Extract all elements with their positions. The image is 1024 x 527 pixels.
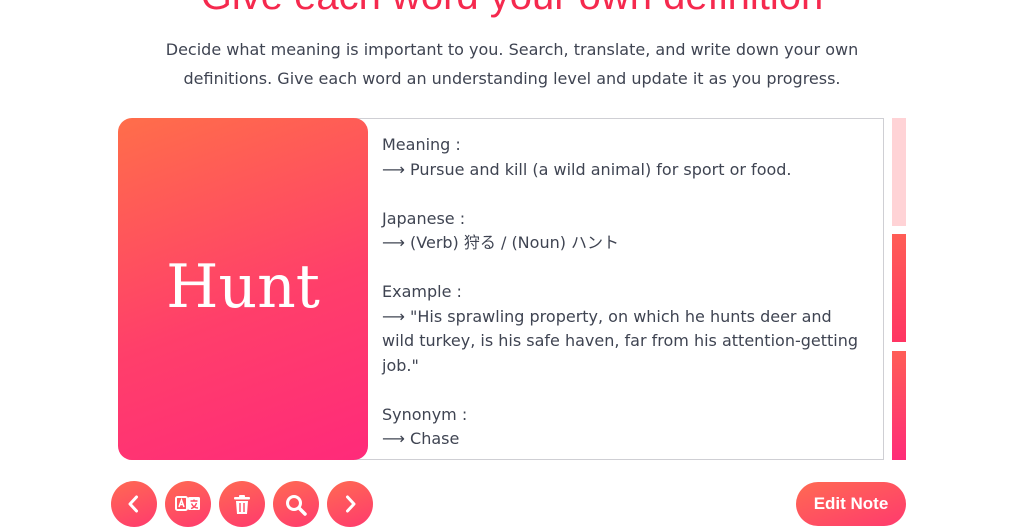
example-label: Example : bbox=[382, 282, 462, 301]
meaning-text: ⟶ Pursue and kill (a wild animal) for sp… bbox=[382, 159, 792, 179]
search-button[interactable] bbox=[273, 481, 319, 527]
synonym-label: Synonym : bbox=[382, 404, 468, 424]
page-subtitle: Decide what meaning is important to you.… bbox=[112, 35, 912, 93]
japanese-label: Japanese : bbox=[382, 208, 466, 228]
previous-button[interactable] bbox=[111, 481, 157, 527]
next-button[interactable] bbox=[327, 481, 373, 527]
synonym-text: ⟶ Chase bbox=[382, 429, 460, 448]
level-tab-3[interactable] bbox=[892, 351, 906, 460]
translate-button[interactable] bbox=[165, 481, 211, 527]
trash-icon bbox=[234, 495, 250, 514]
chevron-right-icon bbox=[346, 495, 356, 513]
example-text: ⟶ "His sprawling property, on which he h… bbox=[382, 306, 859, 375]
delete-button[interactable] bbox=[219, 481, 265, 527]
flashcard[interactable]: Hunt bbox=[118, 118, 368, 460]
subtitle-line-1: Decide what meaning is important to you.… bbox=[165, 40, 859, 59]
level-tab-2[interactable] bbox=[892, 234, 906, 342]
edit-note-button[interactable]: Edit Note bbox=[796, 482, 906, 526]
japanese-text: ⟶ (Verb) 狩る / (Noun) ハント bbox=[382, 233, 620, 252]
page-title: Give each word your own definition bbox=[0, 0, 1024, 20]
subtitle-line-2: definitions. Give each word an understan… bbox=[183, 69, 841, 88]
flashcard-word: Hunt bbox=[166, 252, 320, 322]
meaning-label: Meaning : bbox=[382, 135, 461, 154]
chevron-left-icon bbox=[128, 495, 138, 513]
definition-panel: Meaning : ⟶ Pursue and kill (a wild anim… bbox=[355, 118, 884, 460]
translate-icon bbox=[175, 496, 200, 511]
level-tab-1[interactable] bbox=[892, 118, 906, 226]
definition-text: Meaning : ⟶ Pursue and kill (a wild anim… bbox=[382, 133, 862, 452]
search-icon bbox=[286, 495, 307, 516]
